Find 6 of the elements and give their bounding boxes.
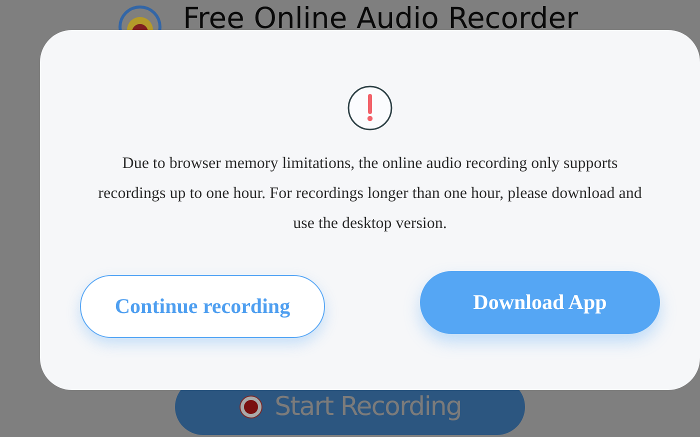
continue-recording-button[interactable]: Continue recording xyxy=(80,275,325,338)
app-title: Free Online Audio Recorder xyxy=(182,3,578,33)
warning-icon xyxy=(347,85,393,131)
record-icon xyxy=(238,395,263,419)
download-app-button[interactable]: Download App xyxy=(420,271,660,334)
dialog-message: Due to browser memory limitations, the online audio recording only supports recordings up to one hour. For recordings longer than one hour, please download and use the desktop version. xyxy=(98,154,642,234)
